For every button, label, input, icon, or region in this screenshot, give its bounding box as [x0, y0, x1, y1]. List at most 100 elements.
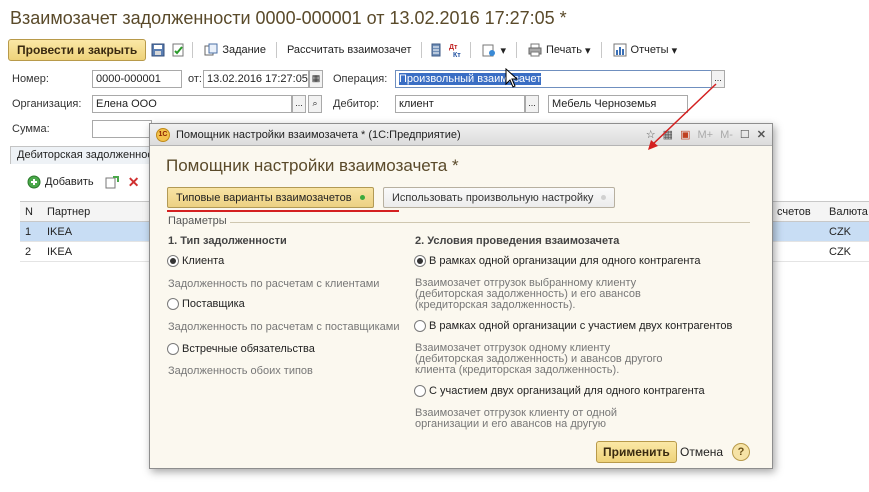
- organization-select-button[interactable]: ...: [292, 95, 306, 113]
- hint-block: Взаимозачет отгрузок одному клиенту (деб…: [415, 343, 663, 376]
- list-toolbar: Добавить ✕: [22, 172, 142, 192]
- column-header-settlements[interactable]: счетов: [772, 206, 824, 218]
- offset-conditions-title: 2. Условия проведения взаимозачета: [415, 235, 620, 247]
- debtor-type-field[interactable]: клиент: [395, 95, 525, 113]
- tab-typical-label: Типовые варианты взаимозачетов: [176, 191, 352, 204]
- date-field[interactable]: 13.02.2016 17:27:05: [203, 70, 309, 88]
- dialog-controls: ☆ ▦ ▣ M+ M- ☐ ✕: [646, 128, 766, 142]
- toolbar-separator: [421, 42, 423, 58]
- chevron-down-icon: ▾: [671, 44, 678, 57]
- reports-icon: [612, 42, 628, 58]
- radio-button[interactable]: [167, 255, 179, 267]
- apply-button[interactable]: Применить: [596, 441, 677, 463]
- radio-client[interactable]: Клиента: [167, 255, 224, 267]
- annotation-underline: [167, 210, 399, 212]
- delete-icon[interactable]: ✕: [126, 174, 142, 190]
- add-button[interactable]: Добавить: [22, 172, 98, 192]
- copy-icon[interactable]: [104, 174, 120, 190]
- radio-button[interactable]: [414, 385, 426, 397]
- row-number: 2: [25, 245, 32, 258]
- parameters-group-title: Параметры: [168, 215, 227, 227]
- post-and-close-button[interactable]: Провести и закрыть: [8, 39, 147, 61]
- group-divider: [230, 222, 750, 223]
- toolbar-separator: [192, 42, 194, 58]
- hint-line: организации и его авансов на другую: [415, 418, 607, 430]
- toolbar-separator: [515, 42, 517, 58]
- mouse-cursor-icon: [505, 68, 519, 88]
- save-icon[interactable]: [150, 42, 166, 58]
- radio-button[interactable]: [167, 298, 179, 310]
- radio-one-org-two-contractors[interactable]: В рамках одной организации с участием дв…: [414, 320, 732, 332]
- toolbar-separator: [600, 42, 602, 58]
- radio-mutual-hint: Задолженность обоих типов: [168, 365, 313, 377]
- task-button[interactable]: Задание: [199, 40, 270, 60]
- create-based-on-button[interactable]: ▾: [477, 40, 510, 60]
- cancel-button[interactable]: Отмена: [680, 445, 723, 459]
- organization-field[interactable]: Елена ООО: [92, 95, 292, 113]
- calendar-icon[interactable]: ▣: [680, 128, 690, 141]
- svg-text:Кт: Кт: [453, 52, 461, 58]
- post-document-icon[interactable]: [170, 42, 186, 58]
- offset-setup-dialog: 1С Помощник настройки взаимозачета * (1С…: [149, 123, 773, 469]
- print-button[interactable]: Печать ▾: [523, 40, 595, 60]
- calendar-icon[interactable]: ▦: [309, 70, 323, 88]
- row-number: 1: [25, 225, 32, 238]
- column-header-n[interactable]: N: [20, 206, 42, 218]
- help-icon[interactable]: ?: [732, 443, 750, 461]
- memory-plus-button[interactable]: M+: [697, 129, 713, 141]
- active-indicator-icon: [359, 195, 365, 200]
- hint-block: Взаимозачет отгрузок клиенту от одной ор…: [415, 408, 617, 430]
- reports-button[interactable]: Отчеты ▾: [608, 40, 682, 60]
- add-icon: [26, 174, 42, 190]
- favorite-star-icon[interactable]: ☆: [646, 128, 656, 141]
- close-icon[interactable]: ✕: [757, 128, 766, 141]
- operation-field[interactable]: Произвольный взаимозачет: [395, 70, 713, 88]
- list-icon[interactable]: [428, 42, 444, 58]
- dialog-titlebar: 1С Помощник настройки взаимозачета * (1С…: [150, 124, 772, 146]
- radio-one-org-one-contractor-label: В рамках одной организации для одного ко…: [429, 255, 701, 267]
- operation-label: Операция:: [333, 73, 388, 85]
- radio-button[interactable]: [167, 343, 179, 355]
- main-toolbar: Провести и закрыть Задание Рассчитать вз…: [8, 38, 681, 62]
- tab-custom-setup[interactable]: Использовать произвольную настройку: [383, 187, 616, 208]
- debtor-label: Дебитор:: [333, 98, 380, 110]
- radio-supplier[interactable]: Поставщика: [167, 298, 245, 310]
- tab-custom-label: Использовать произвольную настройку: [392, 191, 594, 204]
- 1c-logo-icon: 1С: [156, 127, 170, 142]
- dt-kt-icon[interactable]: Дт Кт: [448, 42, 464, 58]
- operation-value: Произвольный взаимозачет: [399, 73, 542, 85]
- radio-mutual[interactable]: Встречные обязательства: [167, 343, 315, 355]
- svg-text:Дт: Дт: [449, 44, 458, 51]
- document-title: Взаимозачет задолженности 0000-000001 от…: [10, 8, 567, 28]
- dialog-heading: Помощник настройки взаимозачета *: [166, 156, 459, 175]
- memory-minus-button[interactable]: M-: [720, 129, 733, 141]
- radio-client-label: Клиента: [182, 255, 225, 267]
- toolbar-separator: [275, 42, 277, 58]
- inactive-indicator-icon: [601, 195, 607, 200]
- calculate-offset-button[interactable]: Рассчитать взаимозачет: [283, 42, 415, 58]
- column-header-currency[interactable]: Валюта: [824, 206, 869, 218]
- number-field[interactable]: 0000-000001: [92, 70, 182, 88]
- tab-typical-variants[interactable]: Типовые варианты взаимозачетов: [167, 187, 374, 208]
- radio-two-orgs-one-contractor[interactable]: С участием двух организаций для одного к…: [414, 385, 705, 397]
- debtor-type-select-button[interactable]: ...: [525, 95, 539, 113]
- debtor-company-field[interactable]: Мебель Черноземья: [548, 95, 688, 113]
- sum-field[interactable]: [92, 120, 152, 138]
- print-label: Печать: [545, 44, 583, 56]
- calculator-icon[interactable]: ▦: [663, 128, 673, 141]
- maximize-icon[interactable]: ☐: [740, 128, 750, 141]
- row-currency: CZK: [829, 245, 851, 258]
- radio-one-org-one-contractor[interactable]: В рамках одной организации для одного ко…: [414, 255, 700, 267]
- radio-button[interactable]: [414, 255, 426, 267]
- hint-line: (кредиторская задолженность).: [415, 299, 576, 311]
- radio-supplier-label: Поставщика: [182, 298, 245, 310]
- radio-button[interactable]: [414, 320, 426, 332]
- operation-select-button[interactable]: ...: [711, 70, 725, 88]
- printer-icon: [527, 42, 543, 58]
- hint-line: клиента (кредиторская задолженность).: [415, 364, 620, 376]
- search-icon[interactable]: ⌕: [308, 95, 322, 113]
- tab-receivables[interactable]: Дебиторская задолженность: [10, 146, 160, 164]
- sum-label: Сумма:: [12, 123, 50, 135]
- create-based-icon: [481, 42, 497, 58]
- number-label: Номер:: [12, 73, 49, 85]
